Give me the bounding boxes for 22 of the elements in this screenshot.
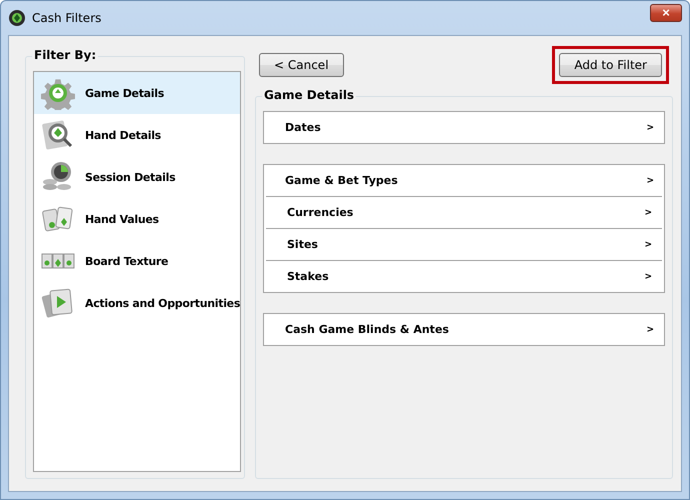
filter-item[interactable]: Hand Details [34,114,240,156]
add-to-filter-button[interactable]: Add to Filter [559,53,662,77]
filter-item[interactable]: Game Details [34,72,240,114]
option-row[interactable]: Cash Game Blinds & Antes > [264,314,664,345]
option-row[interactable]: Game & Bet Types > [264,165,664,196]
group-title: Filter By: [32,48,98,62]
filter-item[interactable]: Session Details [34,156,240,198]
option-row[interactable]: Stakes > [266,260,662,292]
filter-item[interactable]: Hand Values [34,198,240,240]
option-row[interactable]: Currencies > [266,196,662,228]
cards-play-icon [41,286,75,320]
magnifier-card-icon [41,118,75,152]
close-button[interactable]: × [650,4,682,22]
option-row[interactable]: Sites > [266,228,662,260]
filter-item[interactable]: Actions and Opportunities [34,282,240,324]
group-title: Game Details [262,88,356,102]
option-row[interactable]: Dates > [264,112,664,143]
board-cards-icon [41,251,75,271]
cancel-button[interactable]: < Cancel [259,53,344,77]
chip-icon [8,9,26,27]
window-title: Cash Filters [32,11,102,25]
filter-item[interactable]: Board Texture [34,240,240,282]
